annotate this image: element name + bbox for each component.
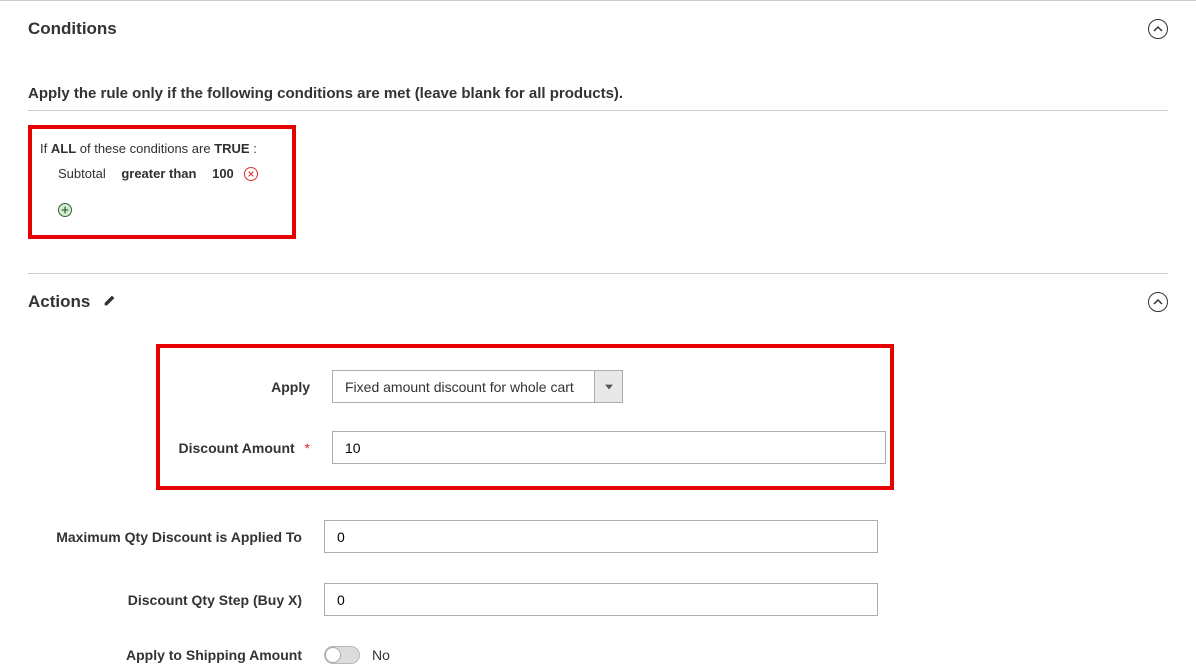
actions-section: Actions Apply Fixed amount discount for …	[0, 274, 1196, 664]
if-text: If	[40, 141, 47, 156]
conditions-header: Conditions	[28, 1, 1168, 53]
condition-value[interactable]: 100	[212, 166, 234, 181]
discount-amount-row: Discount Amount *	[160, 431, 890, 464]
remove-condition-icon[interactable]	[244, 167, 258, 181]
actions-other-fields: Maximum Qty Discount is Applied To Disco…	[28, 520, 1168, 664]
apply-select[interactable]: Fixed amount discount for whole cart	[332, 370, 623, 403]
aggregator-value-true[interactable]: TRUE	[214, 141, 249, 156]
max-qty-label: Maximum Qty Discount is Applied To	[28, 529, 324, 545]
toggle-knob	[325, 647, 341, 663]
discount-amount-input[interactable]	[332, 431, 886, 464]
max-qty-row: Maximum Qty Discount is Applied To	[28, 520, 1168, 553]
apply-shipping-value: No	[372, 647, 390, 663]
max-qty-input[interactable]	[324, 520, 878, 553]
conditions-subheading: Apply the rule only if the following con…	[28, 53, 1168, 111]
collapse-actions-icon[interactable]	[1148, 292, 1168, 312]
conditions-title: Conditions	[28, 19, 117, 39]
apply-shipping-label: Apply to Shipping Amount	[28, 647, 324, 663]
qty-step-row: Discount Qty Step (Buy X)	[28, 583, 1168, 616]
apply-label: Apply	[160, 379, 332, 395]
apply-shipping-toggle-wrap: No	[324, 646, 390, 664]
add-condition-icon[interactable]	[58, 203, 72, 217]
actions-title: Actions	[28, 292, 116, 312]
discount-amount-label-text: Discount Amount	[179, 440, 295, 456]
qty-step-label: Discount Qty Step (Buy X)	[28, 592, 324, 608]
condition-aggregator-line: If ALL of these conditions are TRUE :	[40, 141, 280, 166]
apply-shipping-toggle[interactable]	[324, 646, 360, 664]
actions-header: Actions	[28, 274, 1168, 326]
conditions-section: Conditions Apply the rule only if the fo…	[0, 0, 1196, 274]
qty-step-input[interactable]	[324, 583, 878, 616]
aggregator-all[interactable]: ALL	[51, 141, 76, 156]
discount-amount-label: Discount Amount *	[160, 440, 332, 456]
collapse-conditions-icon[interactable]	[1148, 19, 1168, 39]
conditions-rule-box: If ALL of these conditions are TRUE : Su…	[28, 125, 296, 239]
apply-shipping-row: Apply to Shipping Amount No	[28, 646, 1168, 664]
actions-highlight-box: Apply Fixed amount discount for whole ca…	[156, 344, 894, 490]
chevron-down-icon[interactable]	[595, 370, 623, 403]
condition-operator[interactable]: greater than	[121, 166, 196, 181]
aggregator-middle: of these conditions are	[80, 141, 214, 156]
apply-select-value[interactable]: Fixed amount discount for whole cart	[332, 370, 595, 403]
condition-row: Subtotal greater than 100	[40, 166, 280, 181]
apply-row: Apply Fixed amount discount for whole ca…	[160, 370, 890, 403]
condition-attribute[interactable]: Subtotal	[58, 166, 106, 181]
required-star-icon: *	[305, 440, 310, 456]
pencil-icon[interactable]	[103, 294, 116, 310]
aggregator-colon: :	[253, 141, 257, 156]
actions-title-text: Actions	[28, 292, 90, 311]
